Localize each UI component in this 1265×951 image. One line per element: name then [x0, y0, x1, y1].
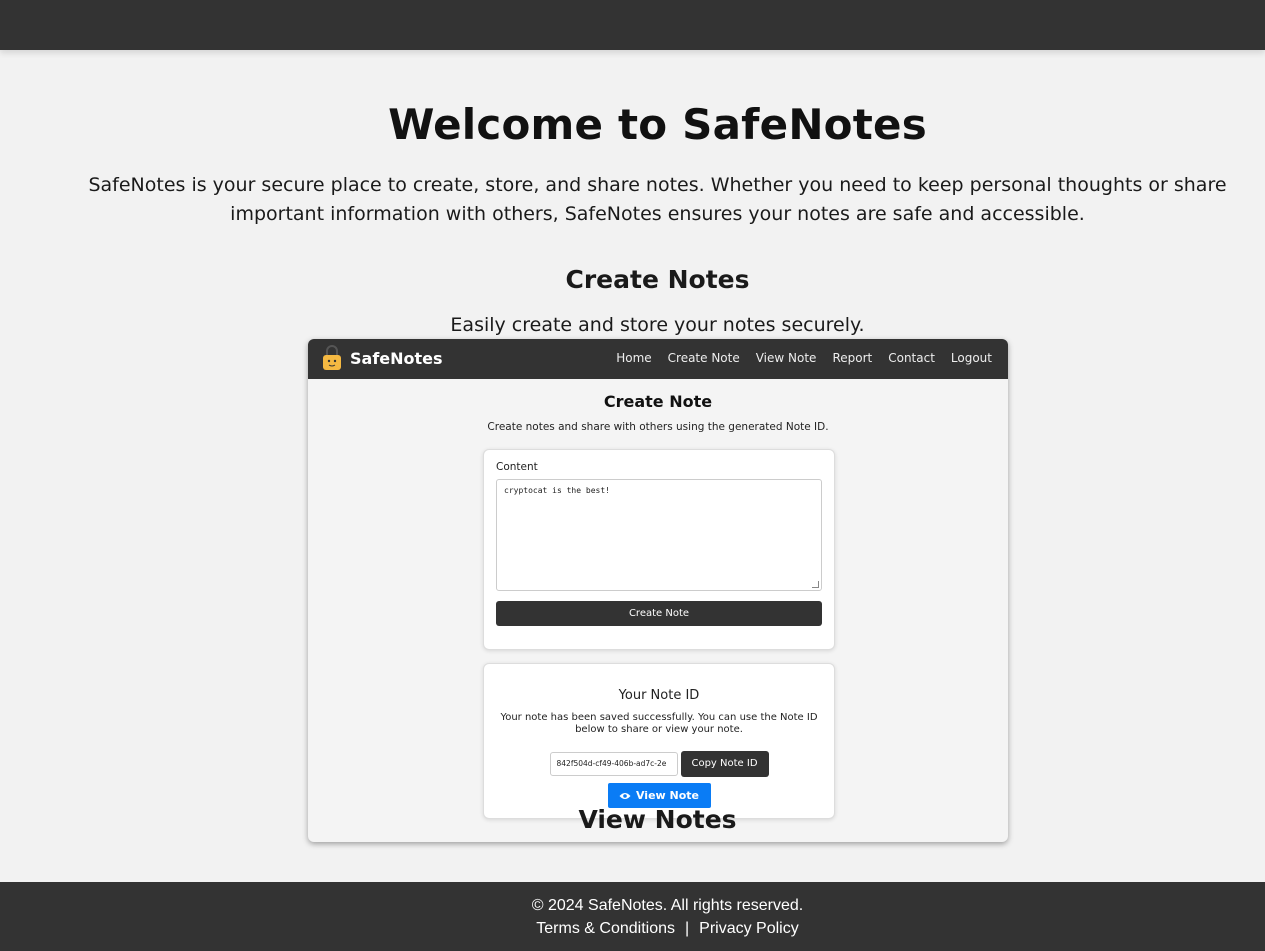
- privacy-link[interactable]: Privacy Policy: [699, 920, 799, 937]
- create-note-screenshot: SafeNotes Home Create Note View Note Rep…: [308, 339, 1008, 842]
- note-id-row: 842f504d-cf49-406b-ad7c-2e Copy Note ID: [484, 751, 834, 777]
- screenshot-subheading: Create notes and share with others using…: [487, 421, 829, 433]
- note-id-title: Your Note ID: [618, 688, 700, 703]
- terms-link[interactable]: Terms & Conditions: [536, 920, 675, 937]
- screenshot-nav-contact: Contact: [888, 351, 935, 365]
- create-note-card: Content cryptocat is the best! Create No…: [483, 449, 835, 650]
- page-title: Welcome to SafeNotes: [388, 100, 927, 149]
- resize-handle-icon: [812, 581, 819, 588]
- intro-text: SafeNotes is your secure place to create…: [88, 174, 1227, 225]
- top-navbar: [0, 0, 1265, 50]
- main-content: Welcome to SafeNotes SafeNotes is your s…: [0, 50, 1265, 882]
- note-id-card: Your Note ID Your note has been saved su…: [483, 663, 835, 819]
- create-notes-title: Create Notes: [565, 265, 750, 294]
- note-id-text: Your note has been saved successfully. Y…: [500, 712, 818, 735]
- screenshot-heading: Create Note: [603, 392, 713, 411]
- create-note-button: Create Note: [496, 601, 822, 626]
- lock-icon: [323, 345, 341, 370]
- screenshot-nav-create-note: Create Note: [667, 351, 740, 365]
- screenshot-nav-report: Report: [832, 351, 873, 365]
- screenshot-nav-home: Home: [616, 351, 652, 365]
- screenshot-nav-view-note: View Note: [755, 351, 817, 365]
- screenshot-brand: SafeNotes: [350, 349, 443, 368]
- screenshot-navbar: SafeNotes Home Create Note View Note Rep…: [308, 339, 1008, 379]
- screenshot-menu: Home Create Note View Note Report Contac…: [616, 351, 992, 365]
- footer-links: Terms & Conditions | Privacy Policy: [70, 920, 1265, 938]
- view-notes-title: View Notes: [578, 805, 737, 834]
- screenshot-nav-logout: Logout: [950, 351, 992, 365]
- eye-icon: [619, 792, 631, 799]
- content-label: Content: [496, 461, 538, 473]
- footer-copyright: © 2024 SafeNotes. All rights reserved.: [531, 897, 804, 914]
- create-notes-text: Easily create and store your notes secur…: [450, 314, 865, 336]
- content-textarea: cryptocat is the best!: [496, 479, 822, 591]
- footer-separator: |: [684, 920, 690, 937]
- content-value: cryptocat is the best!: [504, 486, 610, 495]
- footer: © 2024 SafeNotes. All rights reserved. T…: [0, 882, 1265, 951]
- copy-note-id-button: Copy Note ID: [680, 751, 769, 777]
- note-id-field: 842f504d-cf49-406b-ad7c-2e: [549, 752, 678, 776]
